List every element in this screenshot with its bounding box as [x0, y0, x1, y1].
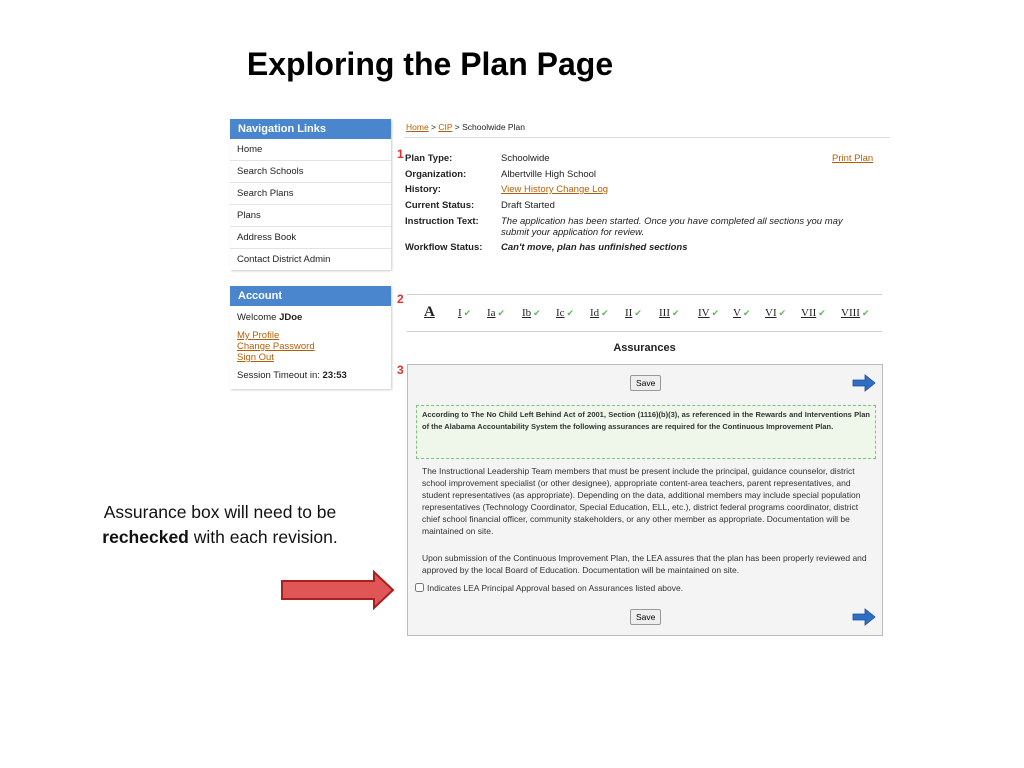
next-arrow-icon[interactable] — [852, 374, 876, 392]
tab-ia[interactable]: Ia ✔ — [487, 307, 505, 319]
tab-ii[interactable]: II ✔ — [625, 307, 642, 319]
assurances-box: Save According to The No Child Left Behi… — [407, 364, 883, 636]
callout-rest: with each revision. — [188, 527, 338, 547]
change-password-link[interactable]: Change Password — [237, 341, 384, 352]
tab-a[interactable]: A — [424, 304, 435, 321]
tab-iii[interactable]: III ✔ — [659, 307, 680, 319]
print-plan-link[interactable]: Print Plan — [832, 153, 873, 164]
callout-bold: rechecked — [102, 527, 189, 547]
current-status-label: Current Status: — [405, 200, 475, 211]
tab-vi[interactable]: VI ✔ — [765, 307, 786, 319]
tab-id[interactable]: Id ✔ — [590, 307, 609, 319]
nav-item-search-schools[interactable]: Search Schools — [230, 161, 391, 183]
red-pointer-arrow-icon — [281, 570, 395, 610]
welcome-prefix: Welcome — [237, 312, 277, 323]
nav-item-home[interactable]: Home — [230, 139, 391, 161]
check-icon: ✔ — [533, 308, 541, 318]
plan-type-value: Schoolwide — [501, 153, 550, 164]
check-icon: ✔ — [778, 308, 787, 318]
step-marker-2: 2 — [397, 292, 404, 306]
plan-type-label: Plan Type: — [405, 153, 453, 164]
check-icon: ✔ — [463, 308, 472, 318]
account-panel: Account Welcome JDoe My Profile Change P… — [230, 286, 391, 389]
principal-approval-checkbox[interactable] — [415, 583, 424, 592]
principal-approval-label: Indicates LEA Principal Approval based o… — [427, 583, 684, 593]
organization-label: Organization: — [405, 169, 467, 180]
breadcrumb-current: Schoolwide Plan — [462, 122, 525, 132]
save-button-bottom[interactable]: Save — [630, 609, 662, 625]
breadcrumb-home[interactable]: Home — [406, 122, 429, 132]
step-marker-1: 1 — [397, 147, 404, 161]
assurances-title: Assurances — [613, 342, 676, 354]
nclb-notice: According to The No Child Left Behind Ac… — [416, 405, 876, 459]
breadcrumb-cip[interactable]: CIP — [438, 122, 452, 132]
check-icon: ✔ — [861, 308, 870, 318]
tab-ib[interactable]: Ib ✔ — [522, 307, 541, 319]
leadership-team-paragraph: The Instructional Leadership Team member… — [422, 466, 861, 536]
breadcrumb: Home > CIP > Schoolwide Plan — [406, 122, 525, 132]
session-timeout-label: Session Timeout in: — [237, 370, 320, 381]
tab-iv[interactable]: IV ✔ — [698, 307, 719, 319]
history-label: History: — [405, 184, 441, 195]
welcome-text: Welcome JDoe — [237, 312, 384, 323]
callout-line1: Assurance box will need to be — [103, 502, 337, 522]
slide-title-text: Exploring the Plan Page — [246, 46, 614, 82]
nav-item-contact-district-admin[interactable]: Contact District Admin — [230, 249, 391, 270]
tab-viii[interactable]: VIII ✔ — [841, 307, 869, 319]
account-header: Account — [230, 286, 391, 306]
step-marker-3: 3 — [397, 363, 404, 377]
check-icon: ✔ — [566, 308, 575, 318]
tab-v[interactable]: V ✔ — [733, 307, 751, 319]
nav-item-search-plans[interactable]: Search Plans — [230, 183, 391, 205]
session-timeout: Session Timeout in: 23:53 — [237, 370, 384, 381]
breadcrumb-divider — [404, 137, 890, 138]
check-icon: ✔ — [711, 308, 720, 318]
principal-approval-row: Indicates LEA Principal Approval based o… — [415, 583, 683, 593]
navigation-links-panel: Navigation Links Home Search Schools Sea… — [230, 119, 391, 270]
check-icon: ✔ — [742, 308, 751, 318]
tab-i[interactable]: I ✔ — [458, 307, 471, 319]
my-profile-link[interactable]: My Profile — [237, 330, 384, 341]
instruction-text-label: Instruction Text: — [405, 216, 479, 227]
session-timeout-value: 23:53 — [322, 370, 347, 381]
account-body: Welcome JDoe My Profile Change Password … — [230, 306, 391, 389]
navigation-links-header: Navigation Links — [230, 119, 391, 139]
username: JDoe — [279, 312, 303, 323]
current-status-value: Draft Started — [501, 200, 555, 211]
tab-vii[interactable]: VII ✔ — [801, 307, 826, 319]
view-history-link[interactable]: View History Change Log — [501, 184, 608, 195]
nav-item-address-book[interactable]: Address Book — [230, 227, 391, 249]
nav-item-plans[interactable]: Plans — [230, 205, 391, 227]
workflow-status-label: Workflow Status: — [405, 242, 483, 253]
organization-value: Albertville High School — [501, 169, 597, 180]
check-icon: ✔ — [818, 308, 826, 318]
sign-out-link[interactable]: Sign Out — [237, 352, 384, 363]
workflow-status-value: Can't move, plan has unfinished sections — [501, 242, 688, 253]
tab-ic[interactable]: Ic ✔ — [556, 307, 574, 319]
save-button-top[interactable]: Save — [630, 375, 662, 391]
instruction-text-value: The application has been started. Once y… — [501, 216, 843, 238]
next-arrow-icon[interactable] — [852, 608, 876, 626]
section-tabs: A I ✔ Ia ✔ Ib ✔ Ic ✔ Id ✔ II ✔ III ✔ IV ✔ V ✔ VI ✔… — [407, 294, 882, 332]
breadcrumb-separator: > — [452, 122, 463, 132]
check-icon: ✔ — [497, 308, 506, 318]
lea-assurance-paragraph: Upon submission of the Continuous Improv… — [422, 553, 867, 575]
breadcrumb-separator: > — [428, 122, 439, 132]
check-icon: ✔ — [601, 308, 609, 318]
callout-text: Assurance box will need to be rechecked … — [70, 500, 370, 550]
check-icon: ✔ — [672, 308, 680, 318]
check-icon: ✔ — [634, 308, 642, 318]
slide-title: Exploring the Plan Page — [0, 46, 944, 83]
